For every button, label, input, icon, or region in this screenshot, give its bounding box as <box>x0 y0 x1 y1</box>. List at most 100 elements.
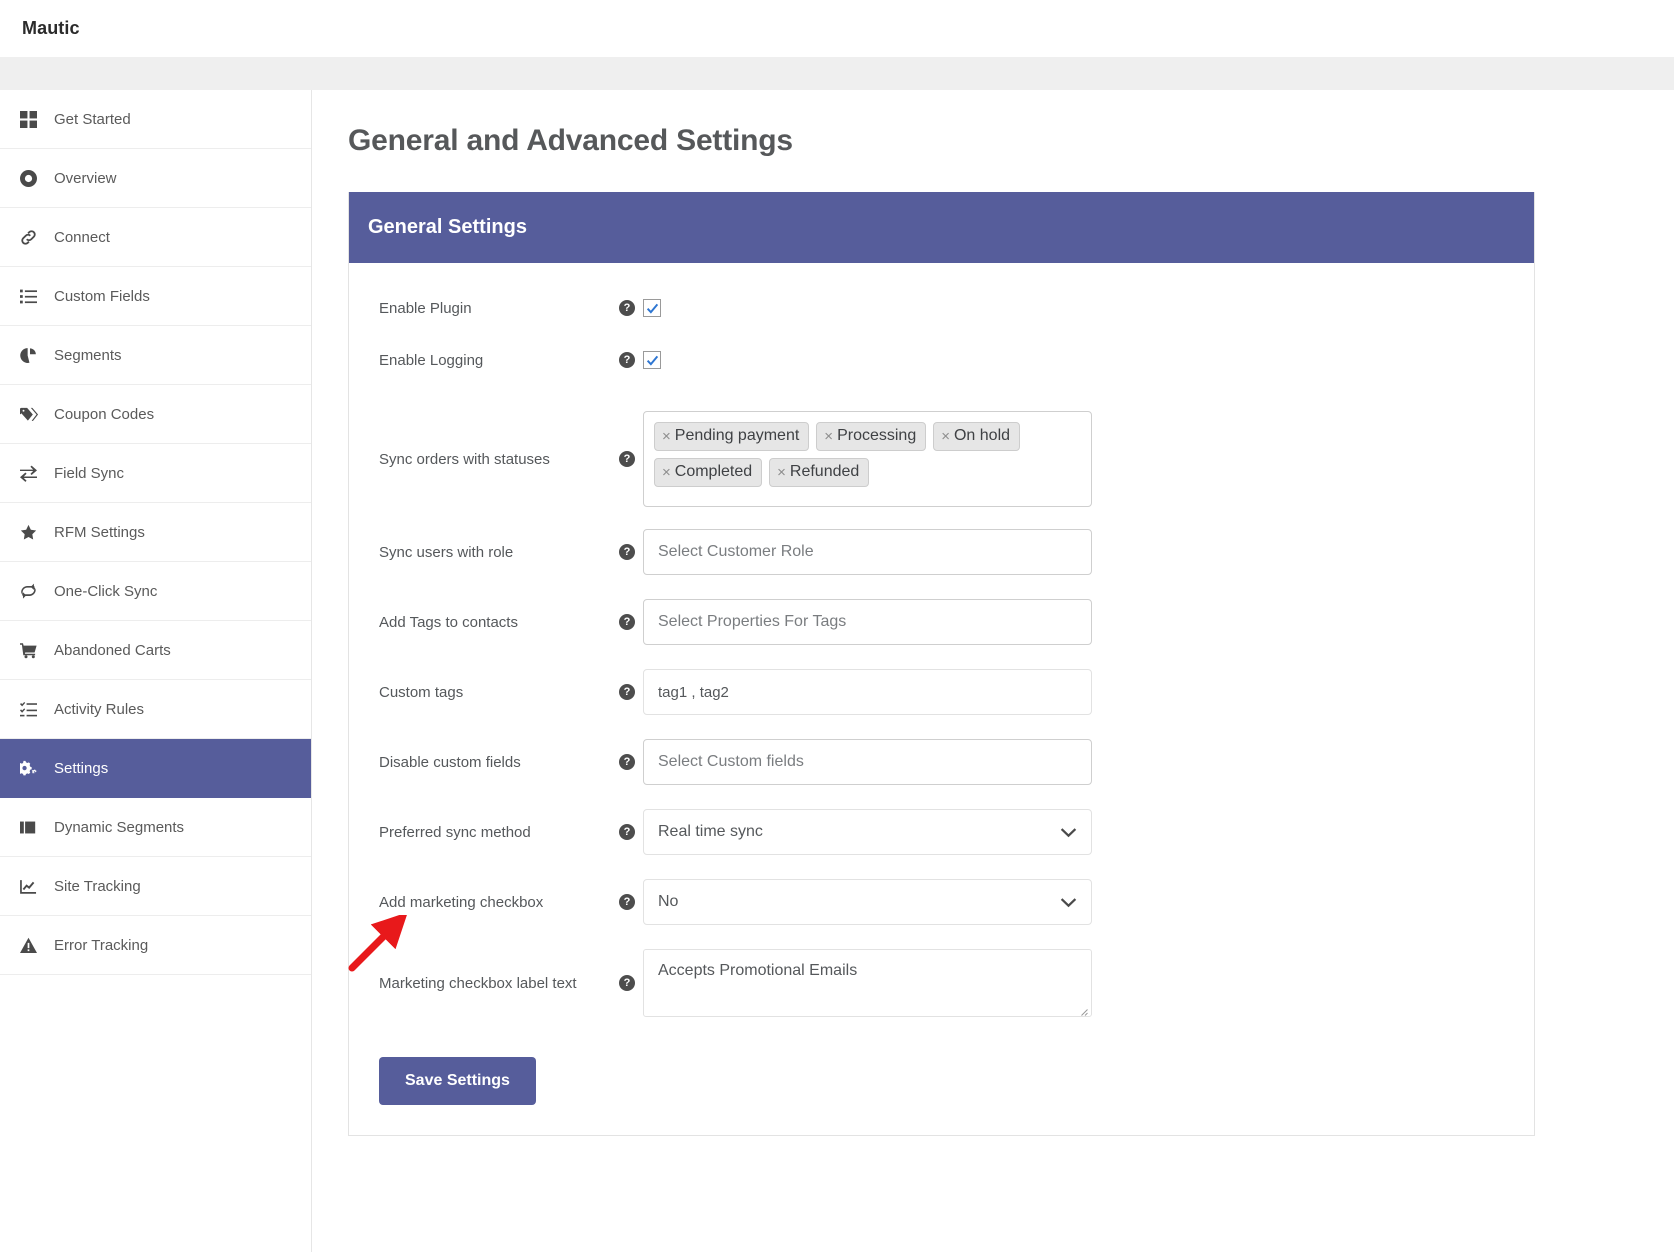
field-control <box>643 299 1534 317</box>
status-chip[interactable]: × Refunded <box>769 458 870 487</box>
sidebar-item-label: Get Started <box>54 110 131 128</box>
sidebar-item-label: RFM Settings <box>54 523 145 541</box>
sidebar-item-connect[interactable]: Connect <box>0 208 311 267</box>
chevron-down-icon[interactable] <box>1060 827 1077 838</box>
field-label: Sync orders with statuses <box>379 450 550 468</box>
sidebar-item-rfm-settings[interactable]: RFM Settings <box>0 503 311 562</box>
status-chip[interactable]: × Pending payment <box>654 422 810 451</box>
sync-users-role-input[interactable]: Select Customer Role <box>643 529 1092 575</box>
save-settings-button[interactable]: Save Settings <box>379 1057 536 1105</box>
field-control: Select Custom fields <box>643 739 1534 785</box>
remove-chip-icon[interactable]: × <box>662 464 671 481</box>
sidebar-item-label: Segments <box>54 346 122 364</box>
field-label: Custom tags <box>379 683 464 701</box>
field-label: Enable Logging <box>379 351 484 369</box>
resize-handle-icon[interactable] <box>1078 1003 1088 1016</box>
question-mark-icon[interactable]: ? <box>619 352 635 368</box>
sidebar-item-one-click-sync[interactable]: One-Click Sync <box>0 562 311 621</box>
field-label: Add Tags to contacts <box>379 613 518 631</box>
field-control: No <box>643 879 1534 925</box>
general-settings-panel: General Settings Enable Plugin ? Enable … <box>348 192 1535 1136</box>
field-control: Real time sync <box>643 809 1534 855</box>
field-control: × Pending payment × Processing × On hold × C… <box>643 411 1534 507</box>
help-icon-wrap: ? <box>611 544 643 560</box>
sidebar-item-label: Overview <box>54 169 117 187</box>
star-icon <box>20 524 48 541</box>
disable-custom-fields-input[interactable]: Select Custom fields <box>643 739 1092 785</box>
question-mark-icon[interactable]: ? <box>619 684 635 700</box>
enable-logging-checkbox[interactable] <box>643 351 661 369</box>
add-tags-input[interactable]: Select Properties For Tags <box>643 599 1092 645</box>
question-mark-icon[interactable]: ? <box>619 614 635 630</box>
marketing-checkbox-label-textarea[interactable]: Accepts Promotional Emails <box>643 949 1092 1017</box>
sidebar-item-error-tracking[interactable]: Error Tracking <box>0 916 311 975</box>
sidebar-item-label: Coupon Codes <box>54 405 155 423</box>
sidebar-item-abandoned-carts[interactable]: Abandoned Carts <box>0 621 311 680</box>
preferred-sync-method-select[interactable]: Real time sync <box>643 809 1092 855</box>
exchange-icon <box>20 465 48 482</box>
sidebar-item-custom-fields[interactable]: Custom Fields <box>0 267 311 326</box>
sidebar-item-segments[interactable]: Segments <box>0 326 311 385</box>
select-value: No <box>658 893 679 910</box>
help-icon-wrap: ? <box>611 614 643 630</box>
form-row-marketing-checkbox-label-text: Marketing checkbox label text ? Accepts … <box>349 949 1534 1017</box>
sidebar-item-activity-rules[interactable]: Activity Rules <box>0 680 311 739</box>
help-icon-wrap: ? <box>611 684 643 700</box>
save-row: Save Settings <box>349 1057 1534 1105</box>
field-label: Marketing checkbox label text <box>379 974 577 992</box>
form-row-enable-logging: Enable Logging ? <box>349 351 1534 369</box>
custom-tags-input[interactable]: tag1 , tag2 <box>643 669 1092 715</box>
sidebar-item-dynamic-segments[interactable]: Dynamic Segments <box>0 798 311 857</box>
sidebar-item-site-tracking[interactable]: Site Tracking <box>0 857 311 916</box>
form-row-add-tags: Add Tags to contacts ? Select Properties… <box>349 599 1534 645</box>
panel-body: Enable Plugin ? Enable Logging ? Sync or… <box>349 263 1534 1135</box>
chevron-down-icon[interactable] <box>1060 897 1077 908</box>
sync-orders-statuses-tagbox[interactable]: × Pending payment × Processing × On hold × C… <box>643 411 1092 507</box>
sidebar-item-field-sync[interactable]: Field Sync <box>0 444 311 503</box>
question-mark-icon[interactable]: ? <box>619 300 635 316</box>
status-chip[interactable]: × Completed <box>654 458 763 487</box>
question-mark-icon[interactable]: ? <box>619 451 635 467</box>
sidebar-item-get-started[interactable]: Get Started <box>0 90 311 149</box>
status-chip[interactable]: × Processing <box>816 422 927 451</box>
field-label: Sync users with role <box>379 543 514 561</box>
gears-icon <box>20 760 48 777</box>
chip-label: Refunded <box>789 463 860 480</box>
chip-label: On hold <box>953 427 1011 444</box>
help-icon-wrap: ? <box>611 754 643 770</box>
enable-plugin-checkbox[interactable] <box>643 299 661 317</box>
sidebar-item-label: Custom Fields <box>54 287 150 305</box>
add-marketing-checkbox-select[interactable]: No <box>643 879 1092 925</box>
question-mark-icon[interactable]: ? <box>619 544 635 560</box>
sidebar-item-overview[interactable]: Overview <box>0 149 311 208</box>
form-row-add-marketing-checkbox: Add marketing checkbox ? No <box>349 879 1534 925</box>
remove-chip-icon[interactable]: × <box>941 428 950 445</box>
chart-line-icon <box>20 878 48 895</box>
field-label: Disable custom fields <box>379 753 521 771</box>
pie-chart-icon <box>20 347 48 364</box>
remove-chip-icon[interactable]: × <box>824 428 833 445</box>
chip-label: Pending payment <box>674 427 800 444</box>
remove-chip-icon[interactable]: × <box>662 428 671 445</box>
textarea-value: Accepts Promotional Emails <box>658 962 858 979</box>
form-row-preferred-sync-method: Preferred sync method ? Real time sync <box>349 809 1534 855</box>
status-chip[interactable]: × On hold <box>933 422 1021 451</box>
field-label: Enable Plugin <box>379 299 472 317</box>
help-icon-wrap: ? <box>611 451 643 467</box>
refresh-icon <box>20 583 48 600</box>
remove-chip-icon[interactable]: × <box>777 464 786 481</box>
field-control <box>643 351 1534 369</box>
question-mark-icon[interactable]: ? <box>619 894 635 910</box>
panel-header: General Settings <box>349 192 1534 263</box>
sidebar-item-coupon-codes[interactable]: Coupon Codes <box>0 385 311 444</box>
question-mark-icon[interactable]: ? <box>619 824 635 840</box>
sidebar-item-label: Settings <box>54 759 109 777</box>
sidebar-item-settings[interactable]: Settings <box>0 739 311 798</box>
chip-label: Completed <box>674 463 753 480</box>
question-mark-icon[interactable]: ? <box>619 754 635 770</box>
question-mark-icon[interactable]: ? <box>619 975 635 991</box>
sidebar-item-label: Activity Rules <box>54 700 145 718</box>
chip-label: Processing <box>837 427 917 444</box>
layers-icon <box>20 819 48 836</box>
gray-divider-strip <box>0 57 1674 90</box>
